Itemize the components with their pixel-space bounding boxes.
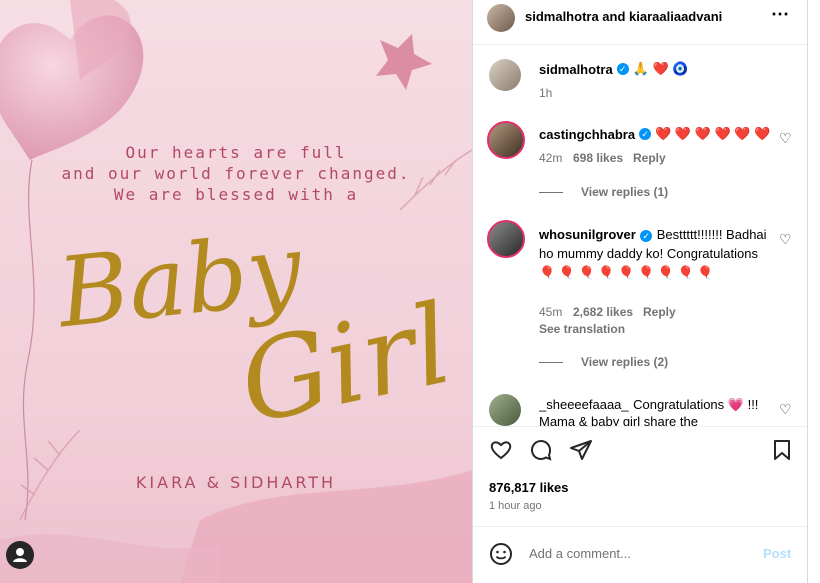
actions-divider [473,426,807,427]
replies-line [539,362,563,363]
caption-text: 🙏 ❤️ 🧿 [632,61,689,76]
comment-3-like-icon[interactable]: ♡ [779,401,792,418]
verified-icon: ✓ [640,230,653,242]
post-image: Our hearts are full and our world foreve… [0,0,472,583]
caption-user[interactable]: sidmalhotra [539,62,613,77]
comment-2-like-icon[interactable]: ♡ [779,231,792,248]
caption-avatar[interactable] [489,59,521,91]
caption-time: 1h [539,86,553,100]
comment-1-time: 42m [539,151,563,165]
comment-1-user[interactable]: castingchhabra [539,127,635,142]
comment-2-user[interactable]: whosunilgrover [539,227,636,242]
emoji-icon[interactable] [489,542,513,566]
save-icon[interactable] [770,438,794,462]
comment-1-like-icon[interactable]: ♡ [779,130,792,147]
replies-line [539,192,563,193]
like-icon[interactable] [489,438,513,462]
tagged-users-button[interactable] [6,541,34,569]
post-line-3: We are blessed with a [113,185,359,204]
comments-panel: sidmalhotra and kiaraaliaadvani ⋯ sidmal… [472,0,808,583]
post-time: 1 hour ago [489,500,542,512]
caption-line: sidmalhotra ✓ 🙏 ❤️ 🧿 [539,61,688,77]
comment-2-see-translation[interactable]: See translation [539,322,625,336]
comment-input[interactable]: Add a comment... [529,546,631,561]
share-icon[interactable] [569,438,593,462]
post-button[interactable]: Post [763,546,791,561]
post-names: KIARA & SIDHARTH [135,473,337,492]
comment-2-view-replies[interactable]: View replies (2) [581,355,668,369]
header-authors[interactable]: sidmalhotra and kiaraaliaadvani [525,9,722,24]
user-icon [13,548,27,562]
verified-icon: ✓ [639,128,652,140]
comment-1-text: ❤️ ❤️ ❤️ ❤️ ❤️ ❤️ [655,126,771,141]
comment-avatar-2[interactable] [487,220,525,258]
comment-1-reply[interactable]: Reply [633,151,666,165]
comment-3-body: _sheeeefaaaa_ Congratulations 💗 !!! Mama… [539,396,773,426]
comment-2-body: whosunilgrover ✓ Besttttt!!!!!!! Badhai … [539,225,771,282]
likes-count[interactable]: 876,817 likes [489,480,569,495]
post-line-2: and our world forever changed. [61,164,411,183]
more-icon[interactable]: ⋯ [771,4,789,25]
comment-2-likes[interactable]: 2,682 likes [573,305,633,319]
comment-1-line: castingchhabra ✓ ❤️ ❤️ ❤️ ❤️ ❤️ ❤️ [539,126,770,142]
comment-2-reply[interactable]: Reply [643,305,676,319]
comment-1-likes[interactable]: 698 likes [573,151,623,165]
header-avatar[interactable] [487,4,515,32]
comment-2-time: 45m [539,305,563,319]
comment-icon[interactable] [529,438,553,462]
comment-1-view-replies[interactable]: View replies (1) [581,185,668,199]
comment-3-user[interactable]: _sheeeefaaaa_ [539,397,629,412]
post-line-1: Our hearts are full [125,143,347,162]
verified-icon: ✓ [616,63,629,75]
post-header: sidmalhotra and kiaraaliaadvani ⋯ [473,0,807,45]
composer-divider [473,526,807,527]
comment-avatar-3[interactable] [489,394,521,426]
comment-avatar-1[interactable] [487,121,525,159]
